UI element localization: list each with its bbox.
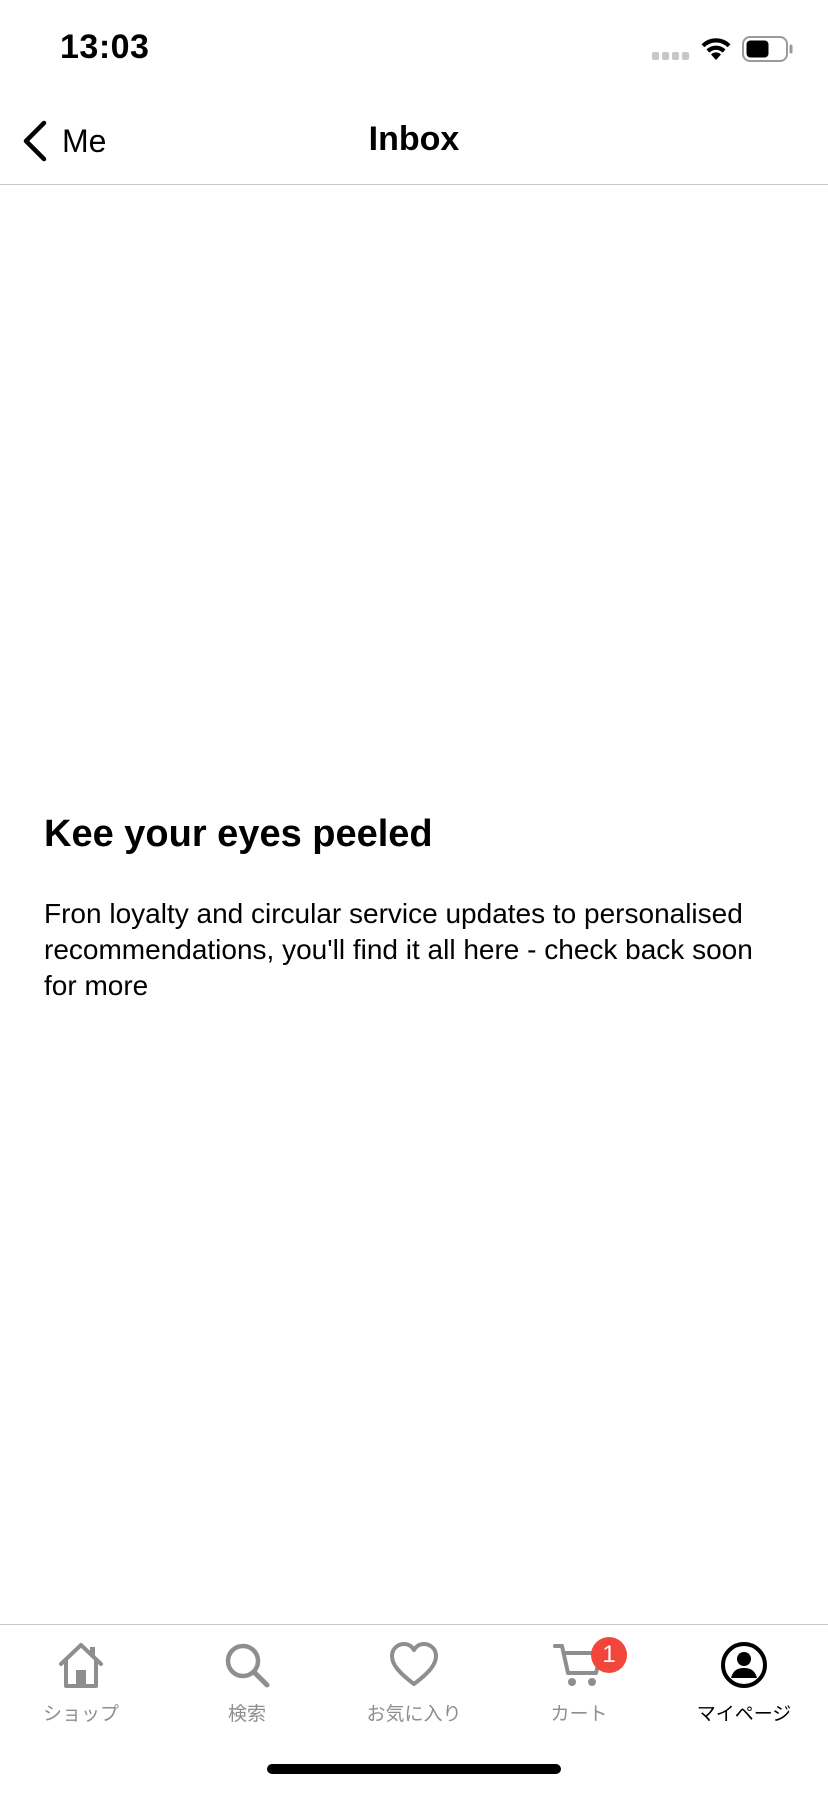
heart-icon bbox=[390, 1642, 438, 1686]
tab-label: カート bbox=[550, 1703, 608, 1725]
home-icon bbox=[59, 1643, 103, 1688]
cellular-signal-icon bbox=[652, 52, 689, 60]
tab-favorites[interactable]: お気に入り bbox=[344, 1639, 484, 1739]
search-icon bbox=[225, 1643, 270, 1688]
home-indicator bbox=[267, 1764, 561, 1774]
status-bar: 13:03 bbox=[0, 0, 828, 100]
tab-label: マイページ bbox=[696, 1703, 792, 1725]
tab-label: お気に入り bbox=[366, 1703, 462, 1725]
tab-my-page[interactable]: マイページ bbox=[674, 1639, 814, 1739]
empty-state-body: Fron loyalty and circular service update… bbox=[44, 897, 753, 1001]
page-title: Inbox bbox=[368, 120, 460, 158]
cart-badge: 1 bbox=[591, 1637, 627, 1673]
empty-state-title: Kee your eyes peeled bbox=[44, 813, 433, 855]
battery-icon bbox=[742, 36, 793, 62]
wifi-icon bbox=[701, 38, 731, 60]
navigation-bar: Me Inbox bbox=[0, 100, 828, 185]
tab-shop[interactable]: ショップ bbox=[11, 1639, 151, 1739]
empty-state: Kee your eyes peeled Fron loyalty and ci… bbox=[44, 812, 784, 1004]
tab-label: ショップ bbox=[42, 1703, 119, 1725]
status-time: 13:03 bbox=[60, 28, 150, 66]
tab-label: 検索 bbox=[227, 1703, 266, 1725]
tab-search[interactable]: 検索 bbox=[177, 1639, 317, 1739]
tab-cart[interactable]: 1 カート bbox=[509, 1637, 649, 1739]
profile-icon bbox=[721, 1642, 767, 1688]
